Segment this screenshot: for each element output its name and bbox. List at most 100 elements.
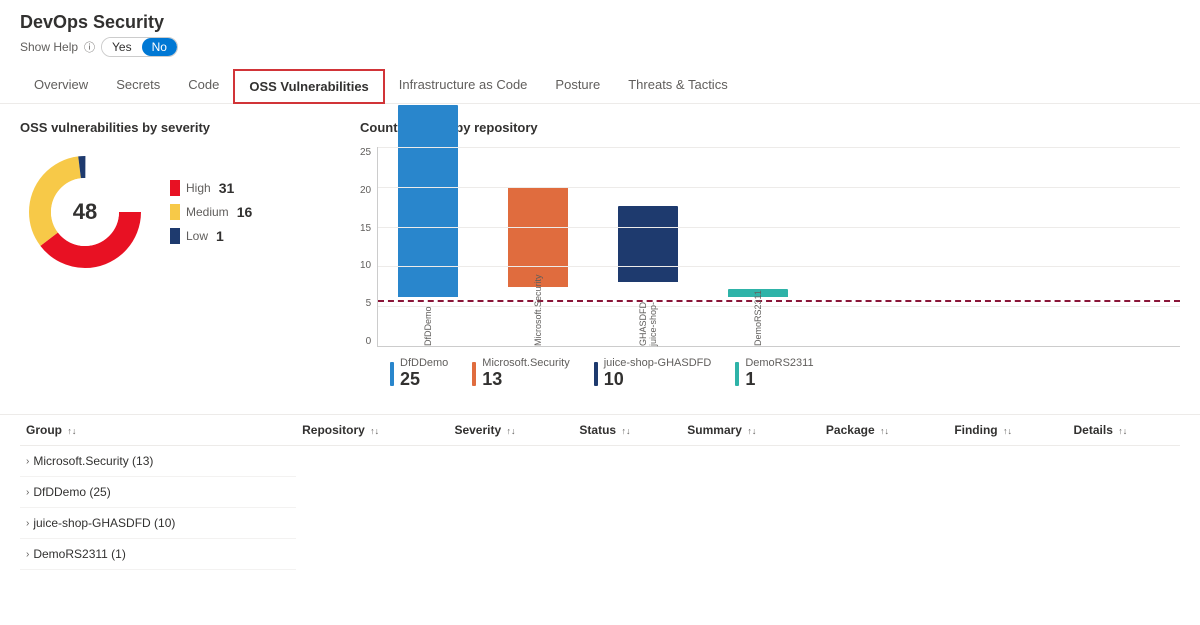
bar-juice-label: juice-shop-GHASDFD — [638, 286, 658, 346]
chevron-icon: › — [26, 456, 29, 467]
grid-line-25 — [378, 147, 1180, 148]
tab-code[interactable]: Code — [174, 69, 233, 103]
group-demo[interactable]: › DemoRS2311 (1) — [20, 539, 296, 570]
info-icon[interactable]: ⓘ — [84, 39, 95, 55]
table-body: › Microsoft.Security (13) › DfDDemo (25)… — [20, 446, 1180, 571]
legend-low-value: 1 — [216, 228, 224, 244]
col-repository: Repository ↑↓ — [296, 415, 448, 446]
header: DevOps Security Show Help ⓘ Yes No — [0, 0, 1200, 63]
group-demo-label: DemoRS2311 (1) — [33, 547, 125, 561]
bar-chart-area: DfDDemo Microsoft.Security juice-shop-GH… — [377, 147, 1180, 347]
bar-juice-rect — [618, 206, 678, 282]
sort-group-icon[interactable]: ↑↓ — [67, 426, 76, 436]
table-row[interactable]: › juice-shop-GHASDFD (10) — [20, 508, 1180, 539]
data-table: Group ↑↓ Repository ↑↓ Severity ↑↓ Statu… — [20, 415, 1180, 570]
y-label-10: 10 — [360, 260, 371, 271]
left-panel: OSS vulnerabilities by severity 48 — [20, 120, 340, 390]
group-juice[interactable]: › juice-shop-GHASDFD (10) — [20, 508, 296, 539]
bar-demo-label: DemoRS2311 — [753, 301, 763, 346]
sort-repository-icon[interactable]: ↑↓ — [370, 426, 379, 436]
tab-oss[interactable]: OSS Vulnerabilities — [233, 69, 384, 104]
nav-tabs: Overview Secrets Code OSS Vulnerabilitie… — [0, 69, 1200, 104]
chevron-icon: › — [26, 549, 29, 560]
y-label-20: 20 — [360, 185, 371, 196]
sort-package-icon[interactable]: ↑↓ — [880, 426, 889, 436]
legend-medium-color — [170, 204, 180, 220]
sort-summary-icon[interactable]: ↑↓ — [747, 426, 756, 436]
chevron-icon: › — [26, 518, 29, 529]
col-group: Group ↑↓ — [20, 415, 296, 446]
bars-container: DfDDemo Microsoft.Security juice-shop-GH… — [378, 147, 1180, 346]
tab-secrets[interactable]: Secrets — [102, 69, 174, 103]
bar-microsoft-rect — [508, 187, 568, 287]
legend-juice-val: 10 — [604, 369, 712, 390]
sort-details-icon[interactable]: ↑↓ — [1118, 426, 1127, 436]
grid-line-5 — [378, 306, 1180, 307]
show-help-row: Show Help ⓘ Yes No — [20, 37, 1180, 57]
legend-demo-val: 1 — [745, 369, 813, 390]
legend-microsoft-info: Microsoft.Security 13 — [482, 357, 569, 390]
col-details: Details ↑↓ — [1068, 415, 1180, 446]
legend-demo-color — [735, 362, 739, 386]
legend-high: High 31 — [170, 180, 252, 196]
table-row[interactable]: › Microsoft.Security (13) — [20, 446, 1180, 478]
table-section: Group ↑↓ Repository ↑↓ Severity ↑↓ Statu… — [0, 414, 1200, 570]
main-content: OSS vulnerabilities by severity 48 — [0, 104, 1200, 406]
legend: High 31 Medium 16 Low 1 — [170, 180, 252, 244]
sort-status-icon[interactable]: ↑↓ — [621, 426, 630, 436]
table-header: Group ↑↓ Repository ↑↓ Severity ↑↓ Statu… — [20, 415, 1180, 446]
tab-overview[interactable]: Overview — [20, 69, 102, 103]
legend-low-label: Low — [186, 229, 208, 243]
legend-juice-color — [594, 362, 598, 386]
legend-high-color — [170, 180, 180, 196]
table-row[interactable]: › DfDDemo (25) — [20, 477, 1180, 508]
toggle-yes[interactable]: Yes — [102, 38, 142, 56]
bar-microsoft-label: Microsoft.Security — [533, 291, 543, 346]
grid-line-20 — [378, 187, 1180, 188]
legend-dfddemo-color — [390, 362, 394, 386]
legend-microsoft: Microsoft.Security 13 — [472, 357, 569, 390]
donut-chart: 48 — [20, 147, 150, 277]
legend-high-value: 31 — [219, 180, 235, 196]
legend-medium: Medium 16 — [170, 204, 252, 220]
chevron-icon: › — [26, 487, 29, 498]
toggle-control[interactable]: Yes No — [101, 37, 178, 57]
table-header-row: Group ↑↓ Repository ↑↓ Severity ↑↓ Statu… — [20, 415, 1180, 446]
bar-chart-title: Count findings by repository — [360, 120, 1180, 135]
chart-area: 48 High 31 Medium 16 Low 1 — [20, 147, 340, 277]
group-juice-label: juice-shop-GHASDFD (10) — [33, 516, 175, 530]
legend-high-label: High — [186, 181, 211, 195]
legend-low: Low 1 — [170, 228, 252, 244]
sort-severity-icon[interactable]: ↑↓ — [507, 426, 516, 436]
legend-dfddemo-val: 25 — [400, 369, 448, 390]
y-label-25: 25 — [360, 147, 371, 158]
bar-dfddemo-label: DfDDemo — [423, 301, 433, 346]
y-label-15: 15 — [360, 223, 371, 234]
donut-total: 48 — [73, 199, 97, 225]
sort-finding-icon[interactable]: ↑↓ — [1003, 426, 1012, 436]
legend-juice-info: juice-shop-GHASDFD 10 — [604, 357, 712, 390]
legend-medium-value: 16 — [237, 204, 253, 220]
table-row[interactable]: › DemoRS2311 (1) — [20, 539, 1180, 570]
col-finding: Finding ↑↓ — [948, 415, 1067, 446]
col-summary: Summary ↑↓ — [681, 415, 820, 446]
bar-demo: DemoRS2311 — [728, 289, 788, 346]
grid-line-10 — [378, 266, 1180, 267]
legend-dfddemo: DfDDemo 25 — [390, 357, 448, 390]
group-dfddemo-label: DfDDemo (25) — [33, 485, 110, 499]
toggle-no[interactable]: No — [142, 38, 177, 56]
tab-threats[interactable]: Threats & Tactics — [614, 69, 741, 103]
show-help-label: Show Help — [20, 40, 78, 54]
page-title: DevOps Security — [20, 12, 1180, 33]
legend-juice-name: juice-shop-GHASDFD — [604, 357, 712, 369]
col-status: Status ↑↓ — [573, 415, 681, 446]
tab-posture[interactable]: Posture — [541, 69, 614, 103]
chart-legend: DfDDemo 25 Microsoft.Security 13 juice-s… — [360, 357, 1180, 390]
tab-iac[interactable]: Infrastructure as Code — [385, 69, 542, 103]
legend-juice: juice-shop-GHASDFD 10 — [594, 357, 712, 390]
right-panel: Count findings by repository 25 20 15 10… — [360, 120, 1180, 390]
group-dfddemo[interactable]: › DfDDemo (25) — [20, 477, 296, 508]
group-microsoft[interactable]: › Microsoft.Security (13) — [20, 446, 296, 477]
legend-microsoft-color — [472, 362, 476, 386]
legend-dfddemo-name: DfDDemo — [400, 357, 448, 369]
